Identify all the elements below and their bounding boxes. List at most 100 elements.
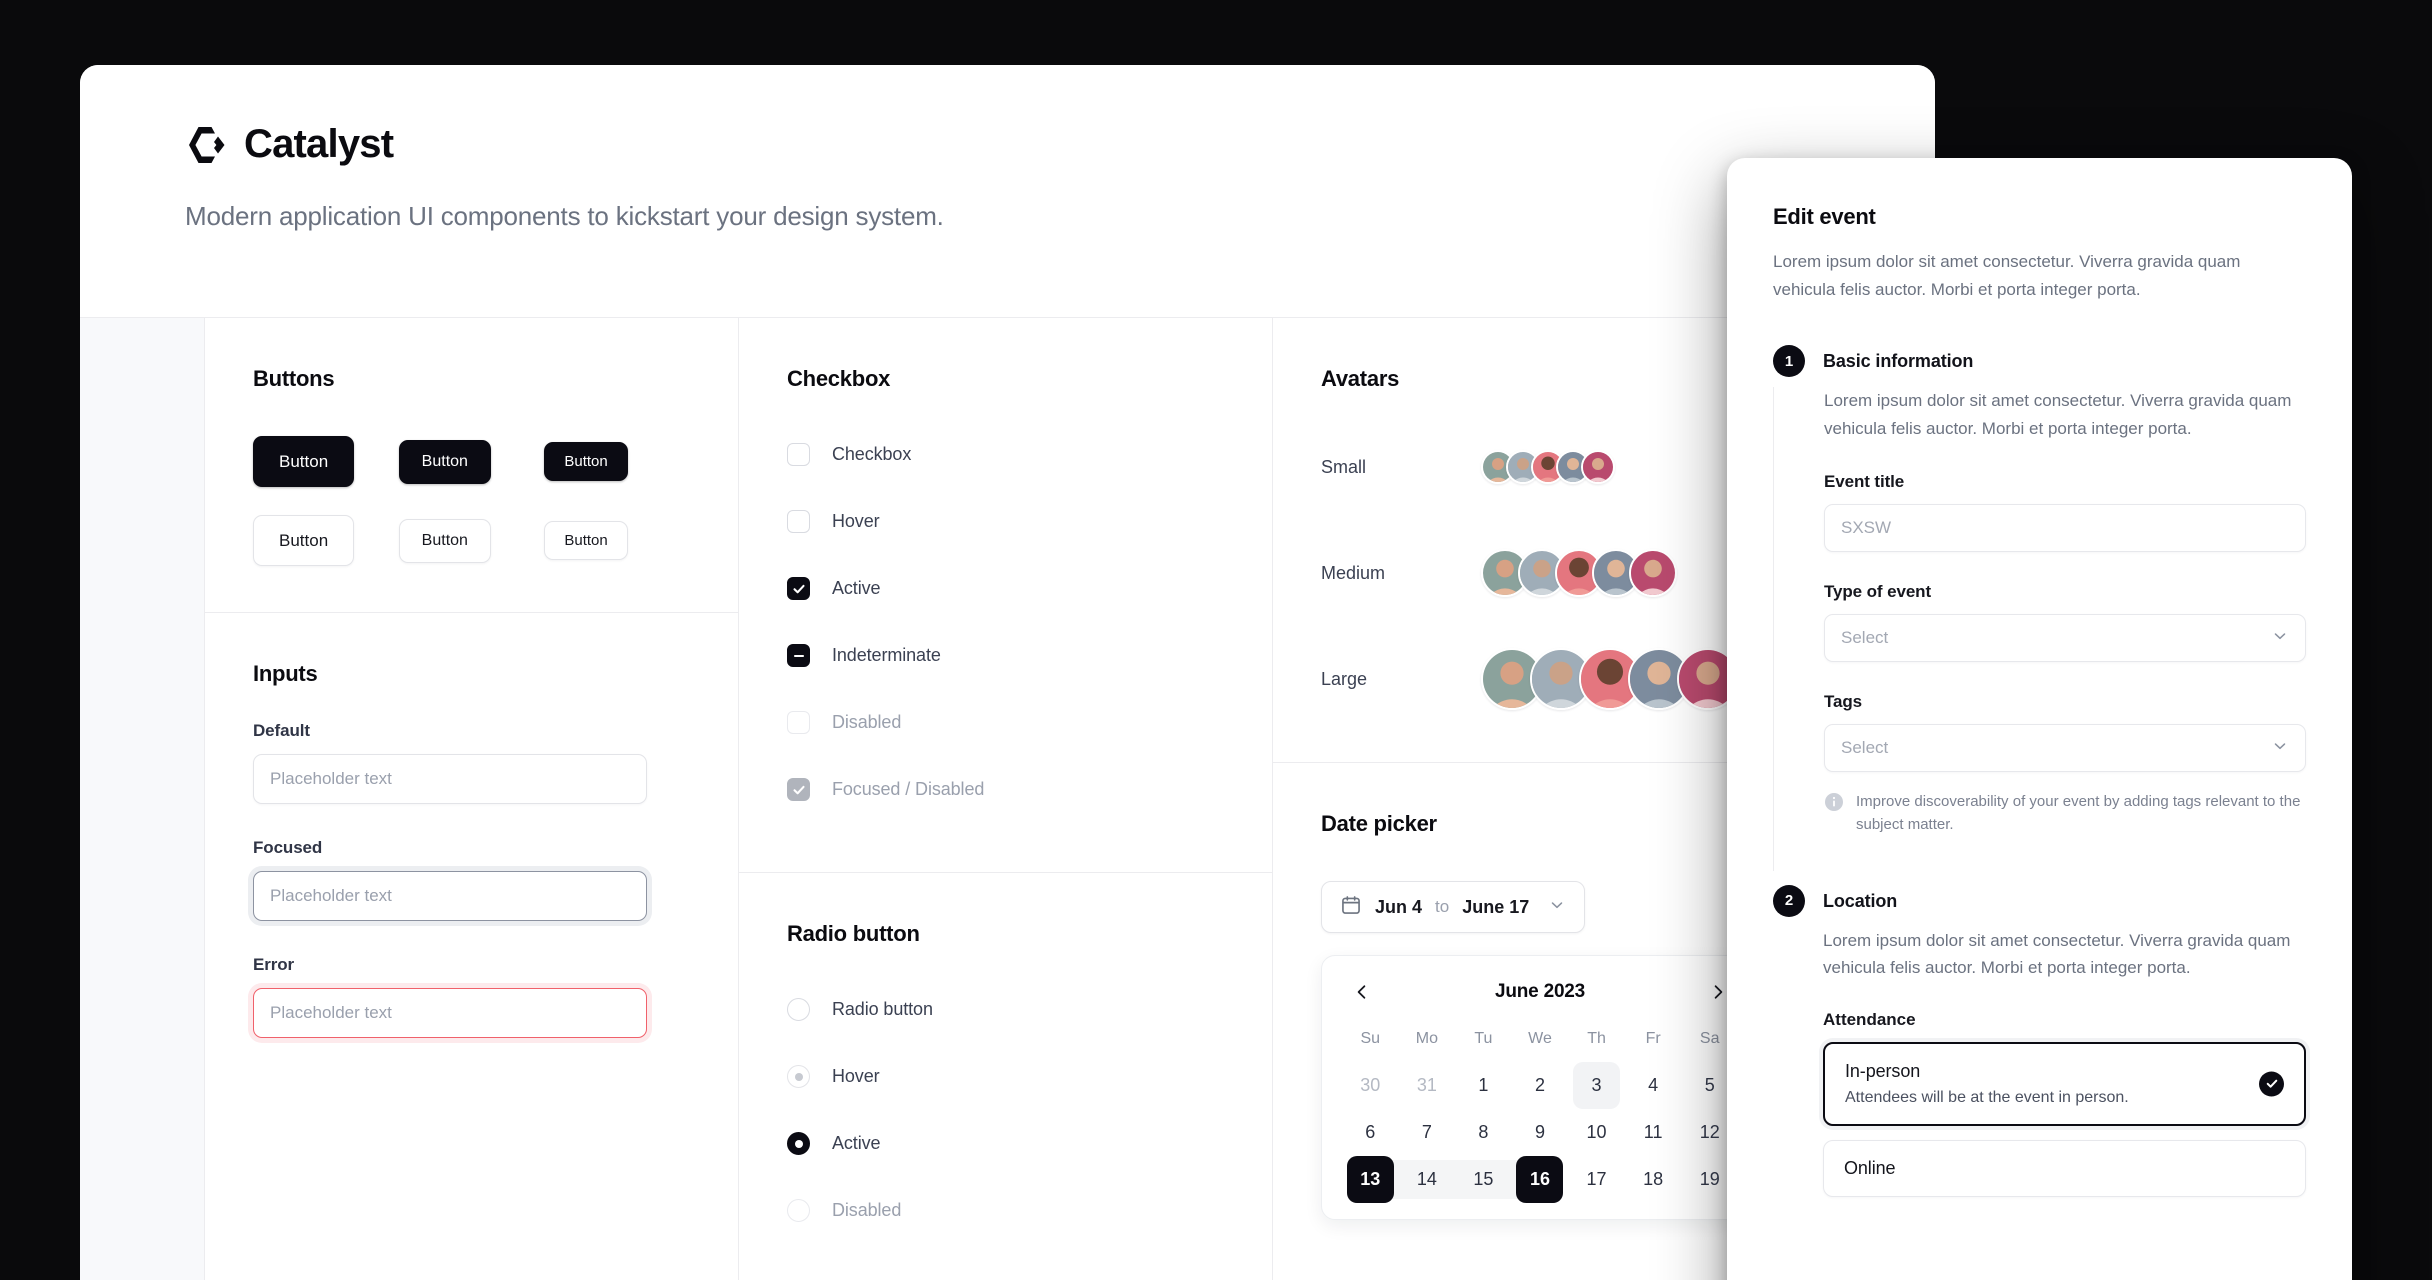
input-label-focused: Focused bbox=[253, 838, 323, 857]
calendar-day[interactable]: 4 bbox=[1625, 1062, 1682, 1109]
calendar-day-today[interactable]: 3 bbox=[1568, 1062, 1625, 1109]
buttons-section: Buttons Button Button Button Button Butt… bbox=[205, 318, 738, 613]
radio-selected-icon[interactable] bbox=[787, 1132, 810, 1155]
tags-hint: Improve discoverability of your event by… bbox=[1824, 790, 2306, 837]
avatar-group-small[interactable] bbox=[1481, 450, 1615, 484]
primary-button-small[interactable]: Button bbox=[544, 442, 628, 481]
calendar-day[interactable]: 9 bbox=[1512, 1109, 1569, 1156]
primary-buttons-row: Button Button Button bbox=[253, 436, 690, 487]
info-icon bbox=[1824, 792, 1844, 812]
calendar-day[interactable]: 19 bbox=[1681, 1156, 1738, 1203]
component-showcase-card: Catalyst Modern application UI component… bbox=[80, 65, 1935, 1280]
select-tags[interactable]: Select bbox=[1824, 724, 2306, 773]
step-number-badge: 1 bbox=[1773, 345, 1805, 378]
avatar-row-medium: Medium bbox=[1321, 542, 1758, 604]
checkbox-list: Checkbox Hover Active Indeterminate Disa… bbox=[787, 434, 1224, 810]
checkbox-row-disabled: Disabled bbox=[787, 702, 1224, 743]
avatar-group-large[interactable] bbox=[1481, 648, 1739, 710]
chevron-down-icon bbox=[2271, 737, 2289, 760]
checkbox-section: Checkbox Checkbox Hover Active Indetermi… bbox=[739, 318, 1272, 873]
primary-button-medium[interactable]: Button bbox=[398, 439, 491, 484]
attendance-label: Attendance bbox=[1823, 1009, 1916, 1029]
calendar-month-label: June 2023 bbox=[1494, 981, 1586, 1002]
checkbox-row-indeterminate[interactable]: Indeterminate bbox=[787, 635, 1224, 676]
radio-row-default[interactable]: Radio button bbox=[787, 989, 1224, 1030]
input-field-focused: Focused Placeholder text bbox=[253, 838, 690, 921]
calendar-day[interactable]: 8 bbox=[1455, 1109, 1512, 1156]
calendar-day[interactable]: 6 bbox=[1342, 1109, 1399, 1156]
inputs-section: Inputs Default Placeholder text Focused … bbox=[205, 613, 738, 1038]
attendance-group: Attendance In-person Attendees will be a… bbox=[1823, 1010, 2306, 1197]
tags-hint-text: Improve discoverability of your event by… bbox=[1856, 793, 2301, 834]
column-checkbox-radio: Checkbox Checkbox Hover Active Indetermi… bbox=[739, 318, 1273, 1280]
radio-row-active[interactable]: Active bbox=[787, 1123, 1224, 1164]
radio-section-title: Radio button bbox=[787, 921, 920, 946]
input-default[interactable]: Placeholder text bbox=[253, 754, 647, 804]
step-description: Lorem ipsum dolor sit amet consectetur. … bbox=[1824, 391, 2292, 438]
calendar-day[interactable]: 18 bbox=[1625, 1156, 1682, 1203]
calendar-day[interactable]: 10 bbox=[1568, 1109, 1625, 1156]
attendance-option-sub: Attendees will be at the event in person… bbox=[1845, 1088, 2129, 1106]
input-field-default: Default Placeholder text bbox=[253, 721, 690, 804]
secondary-button-small[interactable]: Button bbox=[544, 521, 628, 560]
checkbox-checked-icon[interactable] bbox=[787, 577, 810, 600]
chevron-left-icon[interactable] bbox=[1348, 978, 1376, 1006]
radio-hover-icon[interactable] bbox=[787, 1065, 810, 1088]
step-content: Basic information Lorem ipsum dolor sit … bbox=[1773, 345, 2306, 871]
select-type-of-event[interactable]: Select bbox=[1824, 614, 2306, 663]
checkbox-hover-icon[interactable] bbox=[787, 510, 810, 533]
input-label-default: Default bbox=[253, 721, 310, 740]
input-error[interactable]: Placeholder text bbox=[253, 988, 647, 1038]
date-range-end: June 17 bbox=[1462, 896, 1530, 917]
primary-button-large[interactable]: Button bbox=[253, 436, 355, 487]
secondary-button-large[interactable]: Button bbox=[253, 515, 355, 566]
radio-unchecked-icon[interactable] bbox=[787, 998, 810, 1021]
avatar-size-label: Large bbox=[1321, 668, 1368, 689]
avatar[interactable] bbox=[1629, 549, 1677, 597]
calendar-day[interactable]: 17 bbox=[1568, 1156, 1625, 1203]
attendance-option-in-person[interactable]: In-person Attendees will be at the event… bbox=[1823, 1041, 2306, 1126]
checkbox-row-checkbox[interactable]: Checkbox bbox=[787, 434, 1224, 475]
checkbox-label: Disabled bbox=[832, 712, 902, 732]
date-range-trigger[interactable]: Jun 4 to June 17 bbox=[1321, 881, 1586, 933]
calendar-day[interactable]: 12 bbox=[1681, 1109, 1738, 1156]
calendar-day[interactable]: 30 bbox=[1342, 1062, 1399, 1109]
brand-name: Catalyst bbox=[244, 122, 394, 166]
calendar-day-range-end[interactable]: 16 bbox=[1511, 1156, 1569, 1203]
step-title: Basic information bbox=[1823, 351, 1974, 372]
calendar-day[interactable]: 1 bbox=[1455, 1062, 1512, 1109]
checkbox-row-hover[interactable]: Hover bbox=[787, 501, 1224, 542]
select-tags-value: Select bbox=[1841, 738, 1889, 758]
calendar-dow: Th bbox=[1587, 1030, 1606, 1047]
secondary-buttons-row: Button Button Button bbox=[253, 515, 690, 566]
checkbox-row-active[interactable]: Active bbox=[787, 568, 1224, 609]
step-number-badge: 2 bbox=[1773, 884, 1805, 917]
calendar-header: June 2023 bbox=[1342, 978, 1738, 1006]
brand: Catalyst bbox=[185, 123, 1935, 165]
calendar-day[interactable]: 2 bbox=[1512, 1062, 1569, 1109]
avatar-group-medium[interactable] bbox=[1481, 549, 1677, 597]
checkbox-label: Hover bbox=[832, 511, 880, 531]
calendar-day[interactable]: 7 bbox=[1399, 1109, 1456, 1156]
input-focused[interactable]: Placeholder text bbox=[253, 871, 647, 921]
calendar-day[interactable]: 11 bbox=[1625, 1109, 1682, 1156]
calendar-day-in-range[interactable]: 14 bbox=[1398, 1156, 1456, 1203]
calendar-day[interactable]: 5 bbox=[1681, 1062, 1738, 1109]
page-root: Catalyst Modern application UI component… bbox=[0, 0, 2432, 1280]
checkbox-unchecked-icon[interactable] bbox=[787, 443, 810, 466]
input-event-title[interactable]: SXSW bbox=[1824, 504, 2306, 553]
calendar-day[interactable]: 31 bbox=[1399, 1062, 1456, 1109]
calendar-day-in-range[interactable]: 15 bbox=[1455, 1156, 1512, 1203]
attendance-option-online[interactable]: Online bbox=[1823, 1139, 2306, 1197]
checkbox-indeterminate-icon[interactable] bbox=[787, 644, 810, 667]
catalyst-hexagon-logo-icon bbox=[185, 123, 227, 165]
calendar-day-range-start[interactable]: 13 bbox=[1342, 1156, 1399, 1203]
radio-disabled-icon bbox=[787, 1199, 810, 1222]
checkbox-disabled-icon bbox=[787, 711, 810, 734]
avatar[interactable] bbox=[1581, 450, 1615, 484]
avatars-section-title: Avatars bbox=[1321, 366, 1400, 391]
date-range-start: Jun 4 bbox=[1375, 896, 1423, 917]
radio-row-hover[interactable]: Hover bbox=[787, 1056, 1224, 1097]
radio-label: Disabled bbox=[832, 1200, 902, 1220]
secondary-button-medium[interactable]: Button bbox=[398, 518, 491, 563]
